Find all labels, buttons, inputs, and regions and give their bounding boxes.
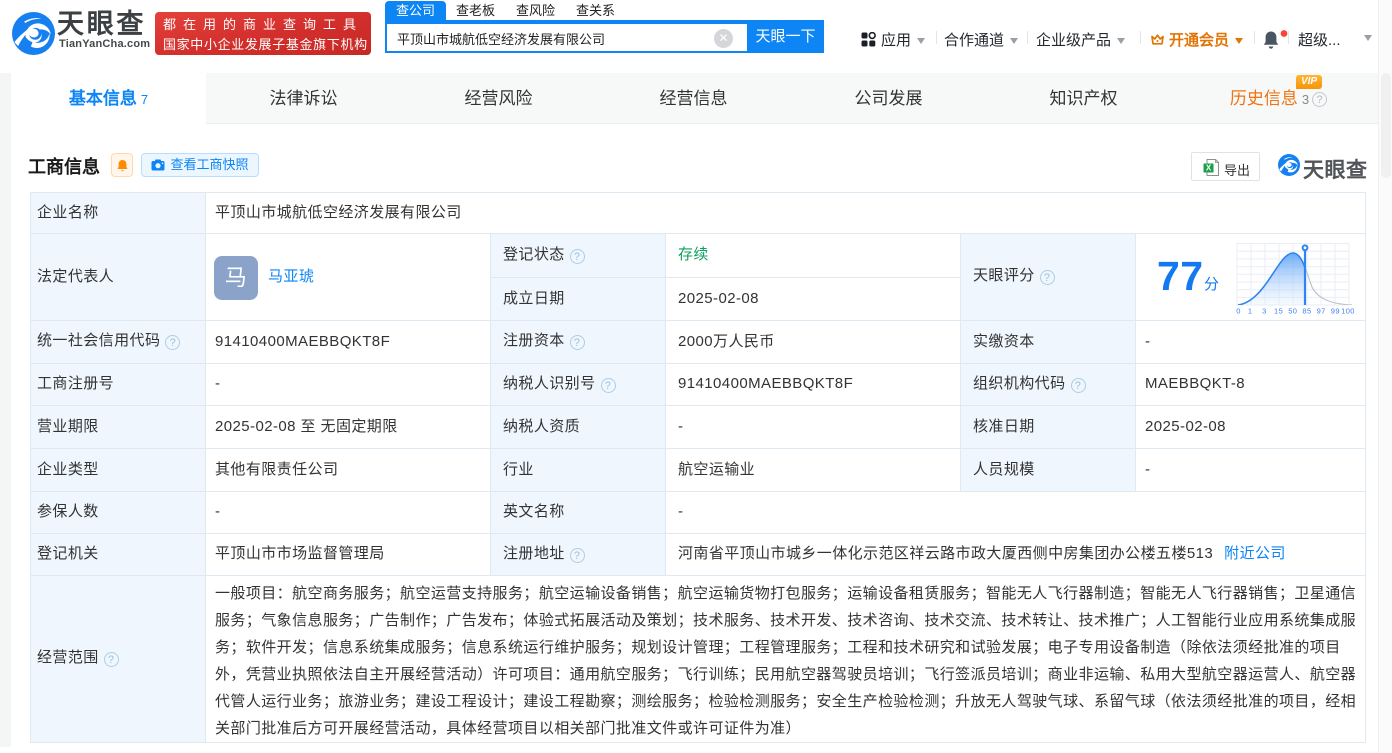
svg-text:85: 85 xyxy=(1302,307,1311,316)
svg-text:1: 1 xyxy=(1248,307,1253,316)
svg-text:50: 50 xyxy=(1288,307,1297,316)
svg-text:3: 3 xyxy=(1262,307,1267,316)
svg-text:97: 97 xyxy=(1317,307,1326,316)
svg-text:99: 99 xyxy=(1331,307,1340,316)
svg-text:100: 100 xyxy=(1341,307,1355,316)
svg-text:0: 0 xyxy=(1236,307,1241,316)
svg-text:X: X xyxy=(1206,164,1212,173)
svg-text:15: 15 xyxy=(1274,307,1283,316)
